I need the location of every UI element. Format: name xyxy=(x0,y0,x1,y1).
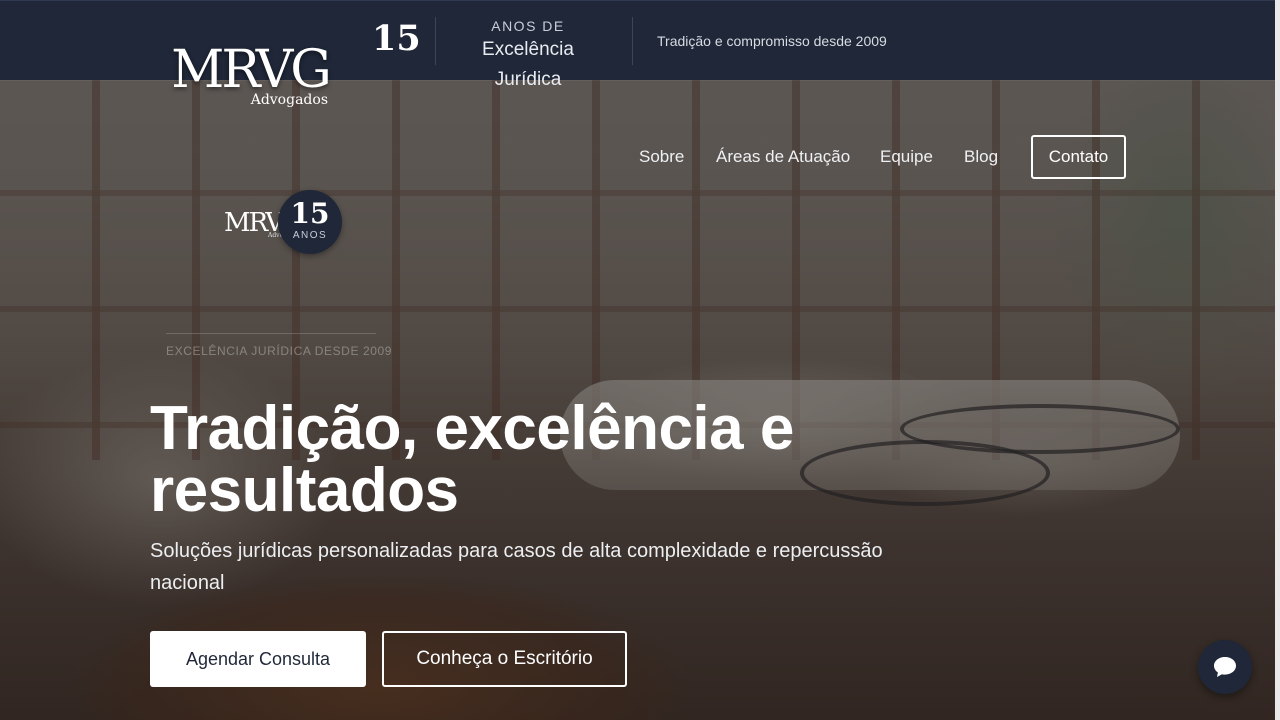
divider xyxy=(435,17,436,65)
badge-label: ANOS xyxy=(292,230,328,241)
years-caption-big: Excelência Jurídica xyxy=(482,39,574,90)
hero-headline-line-1: Tradição, excelência e xyxy=(150,394,794,463)
page-scrollbar[interactable] xyxy=(1275,0,1280,720)
logo-mark: MRVG xyxy=(171,40,332,100)
nav-item-blog[interactable]: Blog xyxy=(964,147,998,167)
anniversary-badge: 15 ANOS xyxy=(278,190,342,254)
site-logo[interactable]: MRVG Advogados xyxy=(170,40,332,114)
divider xyxy=(632,17,633,65)
chat-bubble-icon xyxy=(1214,657,1236,677)
hero-subheadline: Soluções jurídicas personalizadas para c… xyxy=(150,540,883,594)
explore-office-button[interactable]: Conheça o Escritório xyxy=(382,631,627,687)
badge-number: 15 xyxy=(290,197,330,230)
nav-item-areas-de-atuacao[interactable]: Áreas de Atuação xyxy=(716,147,850,167)
nav-item-sobre[interactable]: Sobre xyxy=(639,147,684,167)
hero-headline: Tradição, excelência e resultados xyxy=(150,398,910,522)
hero-headline-line-2: resultados xyxy=(150,456,459,525)
years-caption: ANOS DE Excelência Jurídica xyxy=(448,17,608,95)
contact-button[interactable]: Contato xyxy=(1031,135,1126,179)
chat-button[interactable] xyxy=(1198,640,1252,694)
years-caption-small: ANOS DE xyxy=(491,18,565,34)
nav-item-equipe[interactable]: Equipe xyxy=(880,147,933,167)
years-number: 15 xyxy=(372,18,421,59)
logo-subtitle: Advogados xyxy=(250,92,328,108)
eyebrow-divider xyxy=(166,333,376,334)
topbar-tagline: Tradição e compromisso desde 2009 xyxy=(657,33,887,49)
main-nav: Sobre Áreas de Atuação Equipe Blog Conta… xyxy=(0,135,1280,179)
hero-eyebrow: EXCELÊNCIA JURÍDICA DESDE 2009 xyxy=(166,344,393,358)
schedule-consultation-button[interactable]: Agendar Consulta xyxy=(150,631,366,687)
